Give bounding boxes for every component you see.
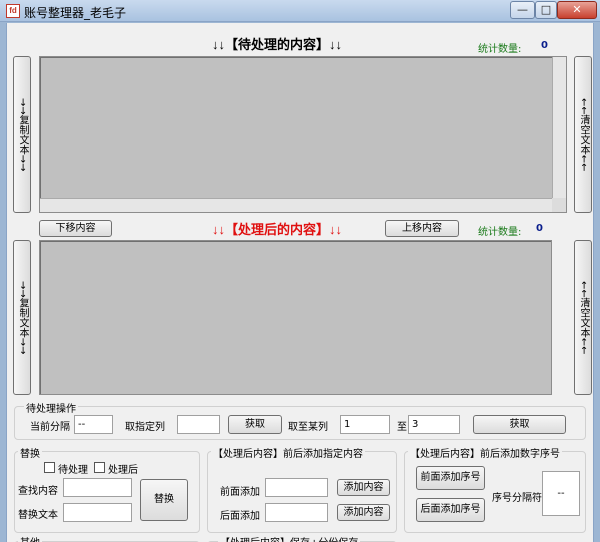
add-content-title: 【处理后内容】前后添加指定内容 [211, 445, 365, 460]
move-down-button[interactable]: 下移内容 [39, 220, 112, 237]
processed-checkbox[interactable] [94, 462, 105, 473]
find-input[interactable] [63, 478, 132, 497]
back-add-label: 后面添加 [220, 511, 260, 522]
pending-ops-title: 待处理操作 [24, 400, 78, 415]
save-title: 【处理后内容】保存+分份保存 [218, 534, 361, 542]
clear-text-button-top[interactable]: ←←清空文本←← [574, 56, 592, 213]
seq-sep-input[interactable]: -- [542, 471, 580, 516]
copy-text-button-top[interactable]: →→复制文本→→ [13, 56, 31, 213]
processed-textarea[interactable] [39, 240, 552, 395]
copy-text-button-bottom[interactable]: →→复制文本→→ [13, 240, 31, 395]
find-label: 查找内容 [18, 486, 58, 497]
horizontal-scrollbar[interactable] [40, 198, 566, 212]
vertical-scrollbar[interactable] [552, 57, 566, 212]
pending-checkbox[interactable] [44, 462, 55, 473]
fetch-col-input[interactable] [177, 415, 220, 434]
fetch-col-label: 取指定列 [125, 422, 165, 433]
processed-heading: ↓↓【处理后的内容】↓↓ [212, 222, 343, 237]
front-seq-button[interactable]: 前面添加序号 [416, 466, 485, 490]
pending-heading: ↓↓【待处理的内容】↓↓ [212, 37, 343, 52]
replace-label: 替换文本 [18, 510, 58, 521]
back-add-input[interactable] [265, 503, 328, 522]
processed-checkbox-label: 处理后 [108, 465, 138, 476]
current-sep-input[interactable]: -- [74, 415, 113, 434]
copy-text-label: →→复制文本→→ [17, 97, 28, 172]
clear-text-label: ←←清空文本←← [578, 280, 589, 355]
back-add-button[interactable]: 添加内容 [337, 504, 390, 521]
processed-stat-value: 0 [536, 223, 543, 234]
front-add-button[interactable]: 添加内容 [337, 479, 390, 496]
range-label: 取至某列 [288, 422, 328, 433]
pending-stat-label: 统计数量: [478, 44, 522, 55]
move-up-button[interactable]: 上移内容 [385, 220, 459, 237]
front-add-input[interactable] [265, 478, 328, 497]
current-sep-label: 当前分隔 [30, 422, 70, 433]
minimize-button[interactable]: — [510, 1, 535, 19]
range-to-label: 至 [397, 422, 407, 433]
app-icon: fd [6, 4, 20, 18]
range-fetch-button[interactable]: 获取 [473, 415, 566, 434]
replace-input[interactable] [63, 503, 132, 522]
scrollbar-corner [552, 198, 566, 212]
window-title: 账号整理器_老毛子 [24, 6, 127, 20]
replace-title: 替换 [18, 445, 42, 460]
clear-text-button-bottom[interactable]: ←←清空文本←← [574, 240, 592, 395]
processed-stat-label: 统计数量: [478, 227, 522, 238]
fetch-col-button[interactable]: 获取 [228, 415, 282, 434]
seq-sep-label: 序号分隔符 [492, 493, 542, 504]
range-from-input[interactable]: 1 [340, 415, 390, 434]
pending-checkbox-label: 待处理 [58, 465, 88, 476]
clear-text-label: ←←清空文本←← [578, 97, 589, 172]
front-add-label: 前面添加 [220, 487, 260, 498]
range-to-input[interactable]: 3 [408, 415, 460, 434]
pending-stat-value: 0 [541, 40, 548, 51]
add-seq-title: 【处理后内容】前后添加数字序号 [408, 445, 562, 460]
replace-button[interactable]: 替换 [140, 479, 188, 521]
copy-text-label: →→复制文本→→ [17, 280, 28, 355]
maximize-button[interactable]: □ [535, 1, 557, 19]
other-title: 其他 [18, 534, 42, 542]
pending-textarea[interactable] [39, 56, 567, 213]
close-button[interactable]: ✕ [557, 1, 597, 19]
back-seq-button[interactable]: 后面添加序号 [416, 498, 485, 522]
